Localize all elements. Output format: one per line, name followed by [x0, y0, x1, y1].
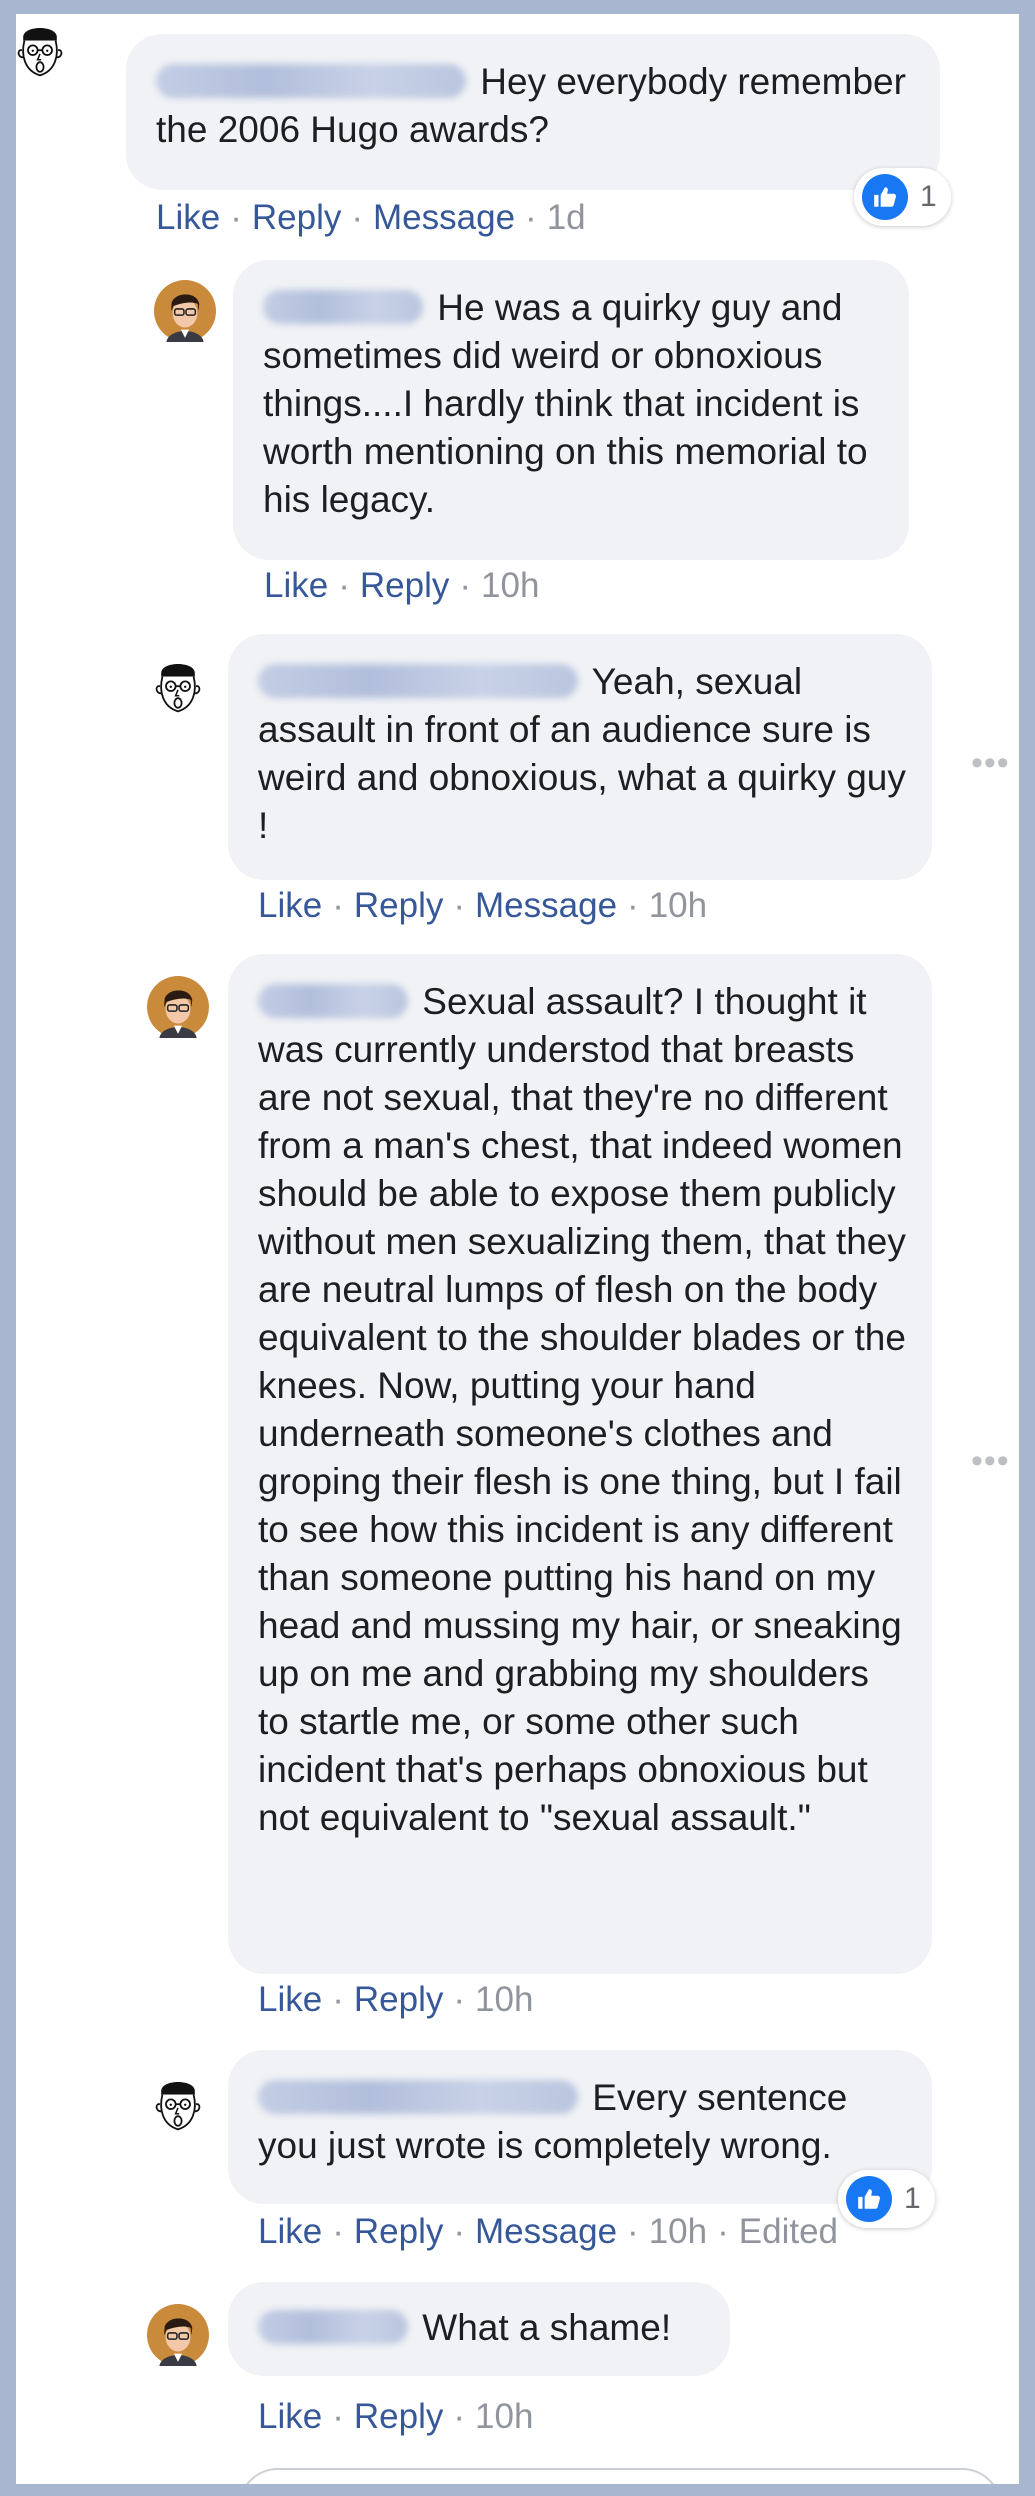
blurred-commenter-name[interactable]	[258, 2310, 408, 2344]
message-link[interactable]: Message	[475, 2212, 617, 2251]
blurred-commenter-name[interactable]	[258, 2080, 578, 2114]
thumbs-up-icon	[862, 174, 908, 220]
message-link[interactable]: Message	[373, 198, 515, 237]
comment-actions: Like · Reply · 10h	[264, 566, 540, 605]
message-link[interactable]: Message	[475, 886, 617, 925]
comment-thread: Hey everybody remember the 2006 Hugo awa…	[16, 14, 1019, 2484]
reply-link[interactable]: Reply	[354, 886, 443, 925]
commenter-avatar[interactable]	[154, 2072, 202, 2134]
reply-link[interactable]: Reply	[354, 1980, 443, 2019]
commenter-avatar[interactable]	[154, 654, 202, 716]
comment-actions: Like · Reply · Message · 10h · Edited	[258, 2212, 839, 2251]
comment-actions: Like · Reply · 10h	[258, 1980, 534, 2019]
more-options-icon[interactable]: •••	[971, 744, 1010, 783]
sketch-face-avatar-icon	[154, 2072, 202, 2134]
like-link[interactable]: Like	[258, 2212, 322, 2251]
commenter-avatar[interactable]	[16, 18, 64, 80]
timestamp[interactable]: 10h	[649, 2212, 707, 2251]
reply-link[interactable]: Reply	[354, 2212, 443, 2251]
blurred-commenter-name[interactable]	[156, 64, 466, 98]
comment-text: What a shame!	[422, 2307, 672, 2348]
blurred-commenter-name[interactable]	[263, 290, 423, 324]
comment-actions: Like · Reply · Message · 1d	[156, 198, 586, 237]
timestamp[interactable]: 10h	[475, 2397, 533, 2436]
comment-text: Sexual assault? I thought it was current…	[258, 981, 906, 1838]
photo-avatar-icon	[147, 976, 209, 1038]
timestamp[interactable]: 1d	[547, 198, 586, 237]
commenter-avatar[interactable]	[147, 2304, 209, 2366]
blurred-commenter-name[interactable]	[258, 664, 578, 698]
comment-bubble: What a shame!	[228, 2282, 730, 2376]
timestamp[interactable]: 10h	[649, 886, 707, 925]
reply-link[interactable]: Reply	[360, 566, 449, 605]
photo-avatar-icon	[147, 2304, 209, 2366]
commenter-avatar[interactable]	[147, 976, 209, 1038]
like-link[interactable]: Like	[258, 886, 322, 925]
comment-actions: Like · Reply · Message · 10h	[258, 886, 708, 925]
commenter-avatar[interactable]	[154, 280, 216, 342]
timestamp[interactable]: 10h	[481, 566, 539, 605]
sketch-face-avatar-icon	[16, 18, 64, 80]
comment-actions: Like · Reply · 10h	[258, 2397, 534, 2436]
more-options-icon[interactable]: •••	[971, 1442, 1010, 1481]
like-link[interactable]: Like	[258, 2397, 322, 2436]
reaction-count[interactable]: 1	[854, 168, 951, 226]
comment-bubble: Yeah, sexual assault in front of an audi…	[228, 634, 932, 880]
reply-composer[interactable]	[238, 2468, 1002, 2484]
comment-bubble: He was a quirky guy and sometimes did we…	[233, 260, 909, 560]
photo-avatar-icon	[154, 280, 216, 342]
edited-label[interactable]: Edited	[739, 2212, 838, 2251]
reply-link[interactable]: Reply	[354, 2397, 443, 2436]
reaction-count[interactable]: 1	[838, 2170, 935, 2228]
blurred-commenter-name[interactable]	[258, 984, 408, 1018]
like-link[interactable]: Like	[258, 1980, 322, 2019]
comment-bubble: Hey everybody remember the 2006 Hugo awa…	[126, 34, 940, 190]
comment-bubble: Sexual assault? I thought it was current…	[228, 954, 932, 1974]
like-link[interactable]: Like	[264, 566, 328, 605]
like-link[interactable]: Like	[156, 198, 220, 237]
reply-link[interactable]: Reply	[252, 198, 341, 237]
timestamp[interactable]: 10h	[475, 1980, 533, 2019]
sketch-face-avatar-icon	[154, 654, 202, 716]
comment-bubble: Every sentence you just wrote is complet…	[228, 2050, 932, 2204]
thumbs-up-icon	[846, 2176, 892, 2222]
